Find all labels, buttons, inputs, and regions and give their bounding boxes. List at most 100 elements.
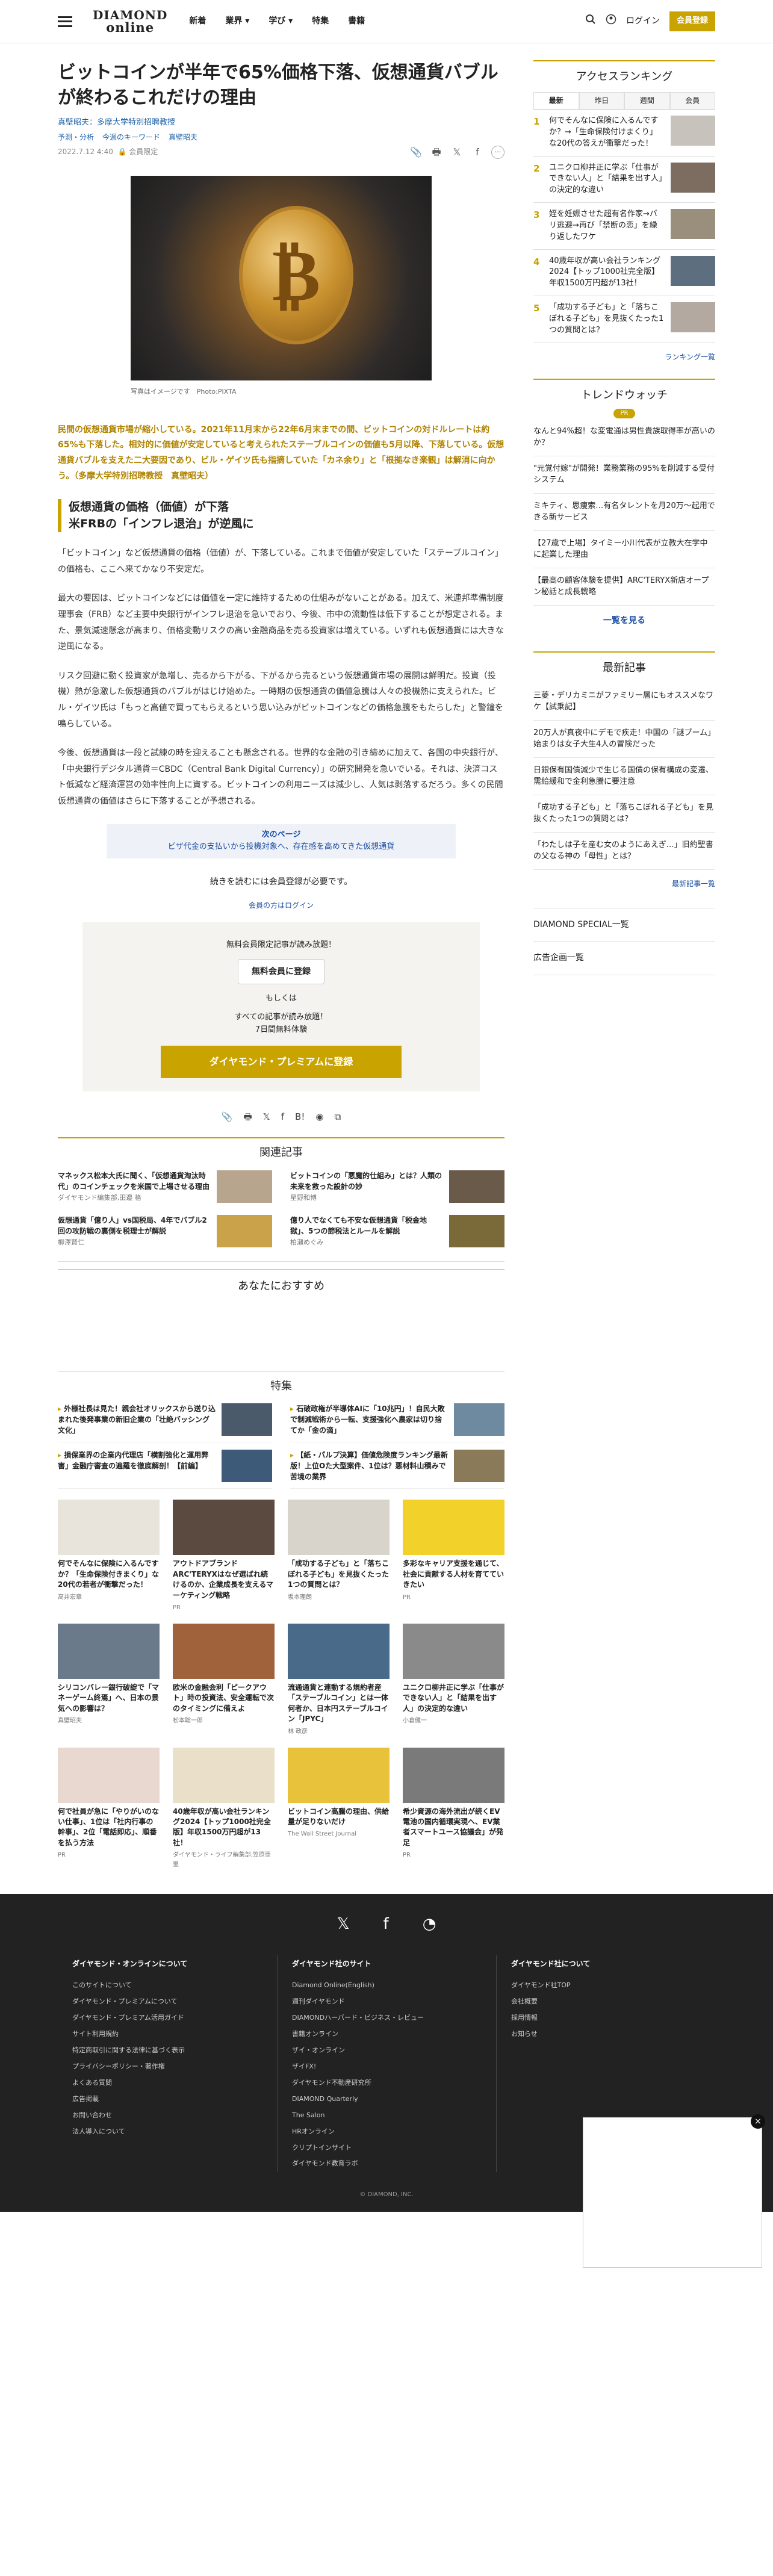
related-item[interactable]: ビットコインの「悪魔的仕組み」とは？人類の未来を救った設計の妙 星野和博	[290, 1170, 504, 1203]
ranking-item[interactable]: 4 40歳年収が高い会社ランキング2024【トップ1000社完全版】年収1500…	[533, 250, 715, 297]
register-button[interactable]: 会員登録	[669, 11, 715, 31]
footer-link[interactable]: 会社概要	[511, 1994, 701, 2010]
footer-link[interactable]: 法人導入について	[72, 2124, 262, 2140]
ad-list-link[interactable]: 広告企画一覧	[533, 942, 715, 975]
footer-link[interactable]: DIAMOND Quarterly	[292, 2091, 482, 2108]
footer-link[interactable]: お知らせ	[511, 2026, 701, 2043]
nav-item-new[interactable]: 新着	[189, 14, 206, 28]
article-card[interactable]: ユニクロ柳井正に学ぶ「仕事ができない人」と「結果を出す人」の決定的な違い 小倉健一	[403, 1624, 504, 1737]
footer-link[interactable]: 採用情報	[511, 2010, 701, 2026]
article-card[interactable]: 「成功する子ども」と「落ちこぼれる子ども」を見抜くたった1つの質問とは？ 坂本理朗	[288, 1500, 390, 1613]
line-icon[interactable]: ◉	[315, 1110, 323, 1124]
next-page-link[interactable]: 次のページ ビザ代金の支払いから投機対象へ、存在感を高めてきた仮想通貨	[107, 824, 456, 859]
facebook-icon[interactable]: f	[471, 146, 484, 159]
footer-link[interactable]: ダイヤモンド・プレミアムについて	[72, 1994, 262, 2010]
article-card[interactable]: 希少資源の海外流出が続くEV電池の国内循環実現へ、EV業者スマートユース協議会」…	[403, 1747, 504, 1870]
trend-item[interactable]: ミキティ、思痩索…有名タレントを月20万〜起用できる新サービス	[533, 494, 715, 531]
footer-link[interactable]: お問い合わせ	[72, 2108, 262, 2124]
footer-link[interactable]: Diamond Online(English)	[292, 1978, 482, 1994]
tab-member[interactable]: 会員	[669, 92, 715, 109]
trend-more-link[interactable]: 一覧を見る	[533, 614, 715, 627]
feature-item[interactable]: 外様社長は見た！親会社オリックスから送り込まれた後発事業の新旧企業の「壮絶バッシ…	[58, 1403, 272, 1443]
footer-link[interactable]: このサイトについて	[72, 1978, 262, 1994]
x-share-icon[interactable]: 𝕏	[450, 146, 464, 159]
footer-link[interactable]: The Salon	[292, 2108, 482, 2124]
hatena-icon[interactable]: B!	[295, 1110, 305, 1124]
ranking-item[interactable]: 2 ユニクロ柳井正に学ぶ「仕事ができない人」と「結果を出す人」の決定的な違い	[533, 157, 715, 203]
trend-item[interactable]: 【27歳で上場】タイミー小川代表が立教大在学中に起業した理由	[533, 531, 715, 568]
feature-item[interactable]: 【紙・パルプ決算】価値危険度ランキング最新版！上位Oた大型案件、1位は？悪材料山…	[290, 1450, 504, 1489]
tag-item[interactable]: 予測・分析	[58, 132, 94, 143]
floating-ad[interactable]: ×	[583, 2114, 765, 2268]
tab-latest[interactable]: 最新	[533, 92, 579, 109]
ranking-more-link[interactable]: ランキング一覧	[533, 352, 715, 363]
footer-link[interactable]: ダイヤモンド教育ラボ	[292, 2156, 482, 2172]
footer-link[interactable]: プライバシーポリシー・著作権	[72, 2059, 262, 2075]
article-card[interactable]: アウトドアブランドARC'TERYXはなぜ選ばれ続けるのか、企業成長を支えるマー…	[173, 1500, 275, 1613]
footer-link[interactable]: 特定商取引に関する法律に基づく表示	[72, 2043, 262, 2059]
footer-link[interactable]: 書籍オンライン	[292, 2026, 482, 2043]
latest-item[interactable]: 20万人が真夜中にデモで疾走！中国の「謎ブーム」始まりは女子大生4人の冒険だった	[533, 721, 715, 758]
trend-item[interactable]: なんと94%超！な変電通は男性貴族取得率が高いのか？	[533, 419, 715, 456]
facebook-icon[interactable]: f	[281, 1110, 284, 1124]
premium-register-button[interactable]: ダイヤモンド・プレミアムに登録	[161, 1046, 402, 1078]
tab-weekly[interactable]: 週間	[624, 92, 670, 109]
close-icon[interactable]: ×	[751, 2114, 765, 2129]
x-icon[interactable]: 𝕏	[337, 1912, 350, 1937]
footer-link[interactable]: ダイヤモンド不動産研究所	[292, 2075, 482, 2091]
trend-item[interactable]: 【最高の顧客体験を提供】ARC'TERYX新店オープン秘話と成長戦略	[533, 568, 715, 606]
footer-link[interactable]: 週刊ダイヤモンド	[292, 1994, 482, 2010]
footer-link[interactable]: ザイFX!	[292, 2059, 482, 2075]
latest-item[interactable]: 日銀保有国債減少で生じる国債の保有構成の変遷、需給緩和で金利急騰に要注意	[533, 758, 715, 795]
article-card[interactable]: ビットコイン高騰の理由、供給量が足りないだけ The Wall Street Jo…	[288, 1747, 390, 1870]
free-register-button[interactable]: 無料会員に登録	[238, 958, 324, 984]
trend-item[interactable]: "元覚付嫁"が開発！業務業務の95%を削減する受付システム	[533, 456, 715, 494]
facebook-icon[interactable]: f	[383, 1912, 389, 1937]
latest-item[interactable]: 三菱・デリカミニがファミリー層にもオススメなワケ【試乗記】	[533, 683, 715, 721]
member-login-link[interactable]: 会員の方はログイン	[58, 900, 504, 911]
feature-item[interactable]: 損保業界の企業内代理店「横割強化と運用弊害」金融庁審査の遍羅を徹底解剖！【前編】	[58, 1450, 272, 1489]
print-icon[interactable]: 🖶	[430, 146, 443, 159]
related-item[interactable]: マネックス松本大氏に聞く、「仮想通貨淘汰時代」のコインチェックを米国で上場させる…	[58, 1170, 272, 1203]
article-card[interactable]: シリコンバレー銀行破綻で「マネーゲーム終焉」へ、日本の景気への影響は？ 真壁昭夫	[58, 1624, 160, 1737]
ranking-item[interactable]: 5 「成功する子ども」と「落ちこぼれる子ども」を見抜くたった1つの質問とは？	[533, 296, 715, 343]
feature-item[interactable]: 石破政権が半導体AIに「10兆円」！自民大敗で制減戦術から一転、支援強化へ農家は…	[290, 1403, 504, 1443]
special-link[interactable]: DIAMOND SPECIAL一覧	[533, 908, 715, 942]
article-card[interactable]: 多彩なキャリア支援を通じて、社会に貢献する人材を育てていきたい PR	[403, 1500, 504, 1613]
article-card[interactable]: 40歳年収が高い会社ランキング2024【トップ1000社完全版】年収1500万円…	[173, 1747, 275, 1870]
ranking-item[interactable]: 3 姪を妊娠させた超有名作家→パリ逃避→再び「禁断の恋」を繰り返したワケ	[533, 203, 715, 250]
copy-icon[interactable]: ⧉	[334, 1110, 341, 1124]
footer-link[interactable]: ダイヤモンド・プレミアム活用ガイド	[72, 2010, 262, 2026]
clip-icon[interactable]: 📎	[409, 146, 423, 159]
menu-icon[interactable]	[58, 16, 72, 27]
related-item[interactable]: 仮想通貨「億り人」vs国税局、4年でバブル2回の攻防戦の裏側を税理士が解説 柳澤賢…	[58, 1215, 272, 1248]
search-icon[interactable]	[585, 14, 596, 29]
footer-link[interactable]: 広告掲載	[72, 2091, 262, 2108]
footer-link[interactable]: HRオンライン	[292, 2124, 482, 2140]
login-link[interactable]: ログイン	[626, 14, 660, 28]
latest-more-link[interactable]: 最新記事一覧	[533, 878, 715, 890]
clip-icon[interactable]: 📎	[222, 1110, 233, 1124]
footer-link[interactable]: DIAMONDハーバード・ビジネス・レビュー	[292, 2010, 482, 2026]
footer-link[interactable]: ダイヤモンド社TOP	[511, 1978, 701, 1994]
x-share-icon[interactable]: 𝕏	[263, 1110, 270, 1124]
site-logo[interactable]: DIAMOND online	[93, 9, 167, 34]
ranking-item[interactable]: 1 何でそんなに保険に入るんですか？→「生命保険付けまくり」な20代の答えが衝撃…	[533, 110, 715, 157]
more-icon[interactable]: ···	[491, 145, 504, 159]
latest-item[interactable]: 「わたしは子を産む女のようにあえぎ…」旧約聖書の父なる神の「母性」とは？	[533, 833, 715, 870]
latest-item[interactable]: 「成功する子ども」と「落ちこぼれる子ども」を見抜くたった1つの質問とは？	[533, 795, 715, 833]
article-card[interactable]: 流通通貨と連動する規約者産「ステーブルコイン」とは一体何者か、日本円ステーブルコ…	[288, 1624, 390, 1737]
tab-yesterday[interactable]: 昨日	[579, 92, 624, 109]
footer-link[interactable]: サイト利用規約	[72, 2026, 262, 2043]
article-card[interactable]: 何でそんなに保険に入るんですか？「生命保険付きまくり」な20代の若者が衝撃だった…	[58, 1500, 160, 1613]
user-icon[interactable]	[606, 14, 616, 29]
footer-link[interactable]: よくある質問	[72, 2075, 262, 2091]
nav-item-industry[interactable]: 業界 ▾	[225, 14, 249, 28]
rss-icon[interactable]: ◔	[423, 1912, 436, 1937]
author-link[interactable]: 真壁昭夫：多摩大学特別招聘教授	[58, 117, 504, 129]
nav-item-feature[interactable]: 特集	[312, 14, 329, 28]
tag-item[interactable]: 今週のキーワード	[102, 132, 160, 143]
article-card[interactable]: 欧米の金融会利「ピークアウト」時の投資法、安全運転で次のタイミングに備えよ 松本聡…	[173, 1624, 275, 1737]
tag-item[interactable]: 真壁昭夫	[169, 132, 197, 143]
footer-link[interactable]: クリプトインサイト	[292, 2140, 482, 2156]
